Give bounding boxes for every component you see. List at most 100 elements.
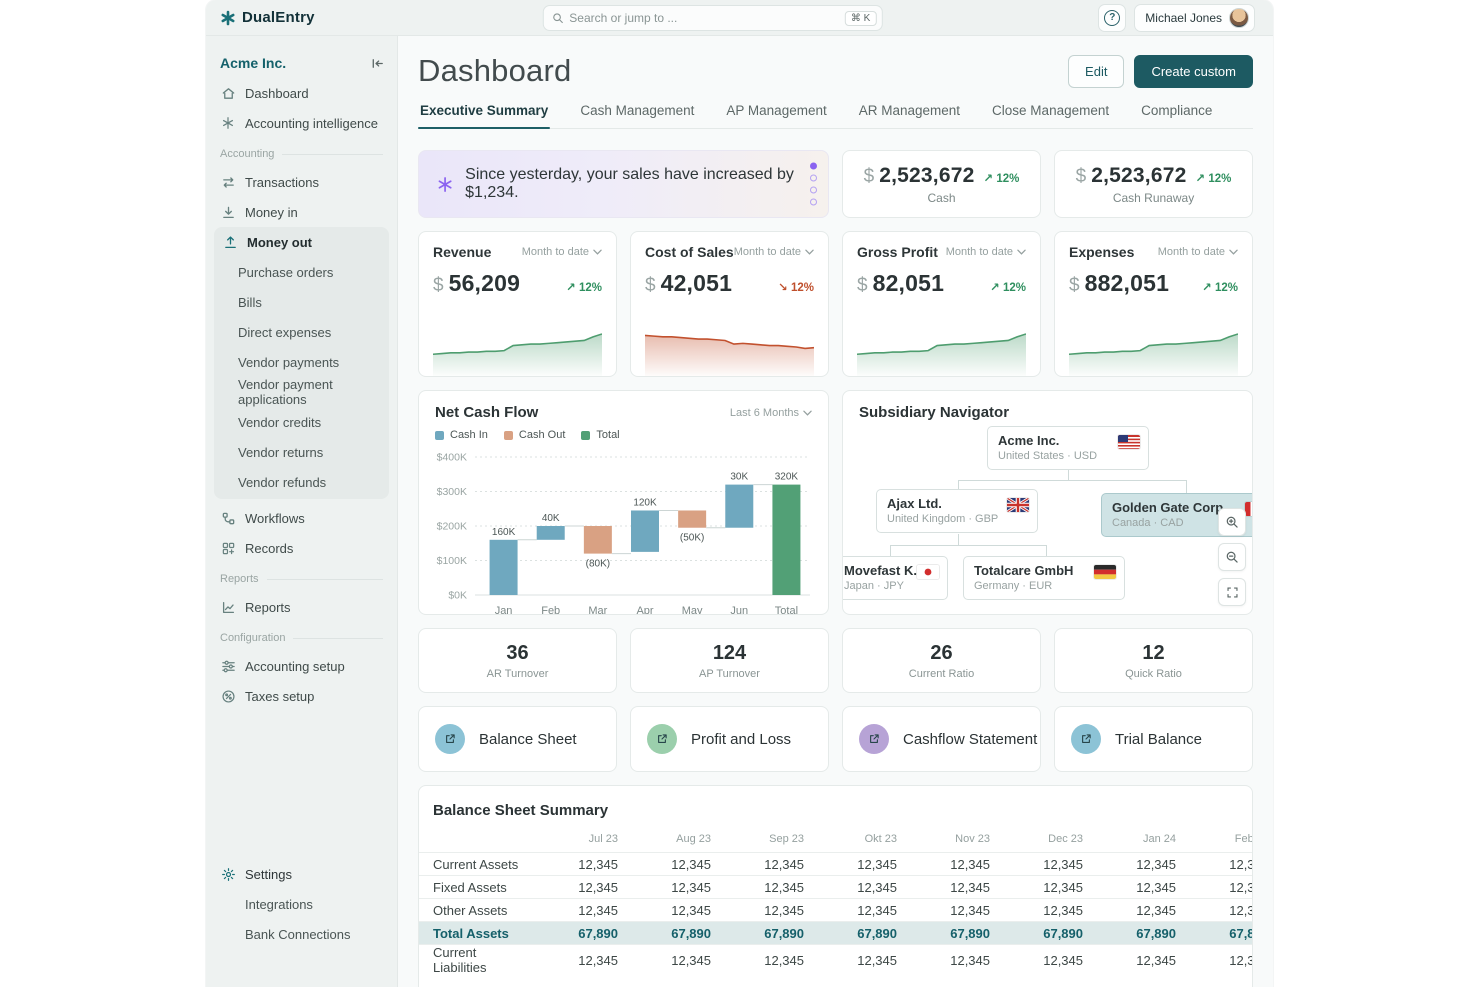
kpi-title: Expenses — [1069, 244, 1134, 260]
sidebar-item-accounting-intelligence[interactable]: Accounting intelligence — [206, 108, 397, 138]
row-label: Other Assets — [419, 899, 549, 922]
chevron-down-icon — [803, 410, 812, 416]
chart-icon — [220, 600, 236, 615]
external-link-icon — [656, 733, 668, 745]
search-input[interactable]: Search or jump to ... ⌘ K — [542, 5, 882, 31]
sidebar-item-label: Records — [245, 541, 293, 556]
fullscreen-button[interactable] — [1218, 578, 1246, 606]
create-custom-button[interactable]: Create custom — [1134, 55, 1253, 88]
sparkle-icon — [220, 116, 236, 130]
sidebar-item-vendor-payment-applications[interactable]: Vendor payment applications — [214, 377, 389, 407]
sidebar-item-money-out[interactable]: Money out — [214, 227, 389, 257]
chevron-down-icon — [805, 249, 814, 255]
dot-active[interactable] — [810, 163, 817, 170]
ap-turnover-card: 124 AP Turnover — [630, 628, 829, 693]
org-node-acme[interactable]: Acme Inc. United States · USD — [987, 426, 1149, 470]
sidebar-item-settings[interactable]: Settings — [206, 859, 397, 889]
tab-ar-management[interactable]: AR Management — [857, 103, 962, 128]
sidebar-item-reports[interactable]: Reports — [206, 592, 397, 622]
table-cell: 67,890 — [828, 922, 921, 945]
dot[interactable] — [810, 199, 817, 206]
sidebar-item-label: Transactions — [245, 175, 319, 190]
table-cell: 12,345 — [1200, 876, 1253, 899]
zoom-out-icon — [1225, 550, 1239, 564]
sidebar-item-vendor-refunds[interactable]: Vendor refunds — [214, 467, 389, 497]
zoom-out-button[interactable] — [1218, 543, 1246, 571]
sidebar-item-taxes-setup[interactable]: Taxes setup — [206, 681, 397, 711]
table-cell: 12,345 — [642, 876, 735, 899]
sidebar-item-direct-expenses[interactable]: Direct expenses — [214, 317, 389, 347]
kpi-title: Gross Profit — [857, 244, 938, 260]
zoom-in-button[interactable] — [1218, 508, 1246, 536]
sidebar-item-bills[interactable]: Bills — [214, 287, 389, 317]
svg-text:320K: 320K — [775, 472, 799, 483]
sidebar-item-vendor-returns[interactable]: Vendor returns — [214, 437, 389, 467]
cash-value: 2,523,672 — [879, 164, 974, 188]
tab-executive-summary[interactable]: Executive Summary — [418, 103, 550, 128]
kpi-period-selector[interactable]: Month to date — [946, 246, 1026, 258]
report-link-cashflow-statement[interactable]: Cashflow Statement — [842, 706, 1041, 772]
period-selector[interactable]: Last 6 Months — [730, 407, 812, 419]
dot[interactable] — [810, 187, 817, 194]
table-cell: 12,345 — [549, 853, 642, 876]
kpi-value: 42,051 — [661, 270, 733, 297]
sidebar-item-accounting-setup[interactable]: Accounting setup — [206, 651, 397, 681]
table-cell: 12,345 — [1200, 945, 1253, 976]
sidebar-item-dashboard[interactable]: Dashboard — [206, 78, 397, 108]
tab-cash-management[interactable]: Cash Management — [578, 103, 696, 128]
help-button[interactable]: ? — [1098, 4, 1126, 32]
row-label: Total Assets — [419, 922, 549, 945]
kpi-sparkline — [645, 318, 814, 376]
ai-insight-banner[interactable]: Since yesterday, your sales have increas… — [418, 150, 829, 218]
report-label: Trial Balance — [1115, 731, 1202, 748]
sidebar-item-bank-connections[interactable]: Bank Connections — [206, 919, 397, 949]
sidebar-item-workflows[interactable]: Workflows — [206, 503, 397, 533]
table-column-header: Dec 23 — [1014, 833, 1107, 853]
kpi-period-selector[interactable]: Month to date — [1158, 246, 1238, 258]
sidebar-section-configuration: Configuration — [206, 625, 397, 651]
org-node-totalcare[interactable]: Totalcare GmbH Germany · EUR — [963, 556, 1125, 600]
svg-text:Jun: Jun — [730, 605, 748, 615]
user-menu-button[interactable]: Michael Jones — [1134, 4, 1255, 32]
svg-text:$100K: $100K — [437, 555, 467, 567]
kpi-period-selector[interactable]: Month to date — [522, 246, 602, 258]
sidebar-item-records[interactable]: Records — [206, 533, 397, 563]
sidebar-item-purchase-orders[interactable]: Purchase orders — [214, 257, 389, 287]
table-cell: 12,345 — [1200, 853, 1253, 876]
collapse-sidebar-icon[interactable] — [370, 56, 385, 71]
sidebar-item-vendor-payments[interactable]: Vendor payments — [214, 347, 389, 377]
report-link-profit-and-loss[interactable]: Profit and Loss — [630, 706, 829, 772]
tab-compliance[interactable]: Compliance — [1139, 103, 1214, 128]
sidebar-item-money-in[interactable]: Money in — [206, 197, 397, 227]
table-cell: 67,890 — [1014, 922, 1107, 945]
edit-button[interactable]: Edit — [1068, 55, 1124, 88]
sidebar-item-transactions[interactable]: Transactions — [206, 167, 397, 197]
sidebar-item-label: Settings — [245, 867, 292, 882]
kpi-card-expenses: ExpensesMonth to date $882,051↗ 12% — [1054, 231, 1253, 377]
org-node-ajax[interactable]: Ajax Ltd. United Kingdom · GBP — [876, 489, 1038, 533]
search-icon — [551, 12, 563, 24]
ai-sparkle-icon — [437, 175, 453, 194]
subsidiary-navigator-panel: Subsidiary Navigator Acme Inc. — [842, 390, 1253, 615]
table-cell: 67,890 — [921, 922, 1014, 945]
sidebar-item-integrations[interactable]: Integrations — [206, 889, 397, 919]
svg-text:Feb: Feb — [541, 605, 560, 615]
sidebar-item-label: Taxes setup — [245, 689, 314, 704]
svg-text:(80K): (80K) — [586, 559, 610, 570]
dot[interactable] — [810, 175, 817, 182]
kpi-period-selector[interactable]: Month to date — [734, 246, 814, 258]
table-column-header: Aug 23 — [642, 833, 735, 853]
tab-close-management[interactable]: Close Management — [990, 103, 1111, 128]
report-link-trial-balance[interactable]: Trial Balance — [1054, 706, 1253, 772]
table-cell: 67,890 — [642, 922, 735, 945]
org-node-movefast[interactable]: Movefast K.K. Japan · JPY — [842, 556, 948, 600]
tab-ap-management[interactable]: AP Management — [724, 103, 828, 128]
row-label: Fixed Assets — [419, 876, 549, 899]
svg-text:Total: Total — [775, 605, 798, 615]
company-switcher[interactable]: Acme Inc. — [220, 55, 370, 71]
net-cash-flow-panel: Net Cash Flow Last 6 Months Cash InCash … — [418, 390, 829, 615]
svg-text:$400K: $400K — [437, 452, 467, 464]
sidebar-item-vendor-credits[interactable]: Vendor credits — [214, 407, 389, 437]
report-link-balance-sheet[interactable]: Balance Sheet — [418, 706, 617, 772]
banner-pagination-dots[interactable] — [810, 163, 817, 206]
